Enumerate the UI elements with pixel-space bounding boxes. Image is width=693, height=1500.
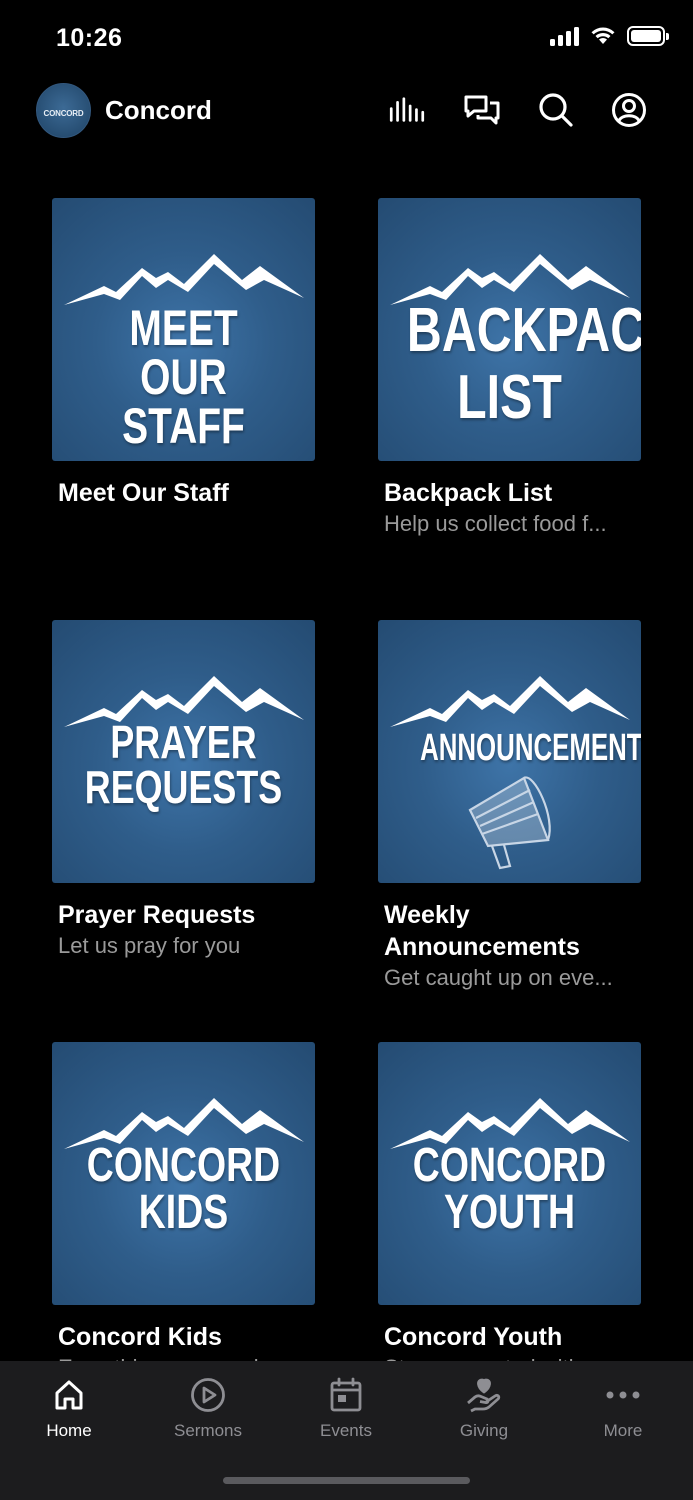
home-indicator bbox=[223, 1477, 470, 1484]
status-time: 10:26 bbox=[56, 24, 123, 52]
card-image: PRAYER REQUESTS bbox=[52, 620, 315, 883]
card-backpack-list[interactable]: BACKPACK LIST Backpack List Help us coll… bbox=[378, 198, 642, 539]
audio-bars-icon[interactable] bbox=[389, 92, 425, 128]
app-header: CONCORD Concord bbox=[0, 78, 693, 148]
profile-icon[interactable] bbox=[611, 92, 647, 128]
card-title: Meet Our Staff bbox=[58, 479, 229, 507]
card-image-text: MEET OUR STAFF bbox=[122, 300, 245, 454]
status-icons bbox=[550, 26, 669, 46]
card-title: Weekly Announcements bbox=[384, 901, 580, 961]
cellular-signal-icon bbox=[550, 26, 579, 46]
card-image-text: ANNOUNCEMENTS bbox=[420, 727, 641, 769]
search-icon[interactable] bbox=[538, 92, 574, 128]
card-image: MEET OUR STAFF bbox=[52, 198, 315, 461]
giving-hand-heart-icon bbox=[464, 1375, 504, 1415]
card-subtitle: Let us pray for you bbox=[58, 933, 241, 958]
tab-giving[interactable]: Giving bbox=[415, 1361, 553, 1461]
card-title: Concord Youth bbox=[384, 1323, 563, 1351]
card-image-text: PRAYER REQUESTS bbox=[84, 716, 283, 814]
card-concord-kids[interactable]: CONCORD KIDS Concord Kids Everything you… bbox=[52, 1042, 316, 1383]
tab-label: Events bbox=[320, 1421, 372, 1440]
card-image: CONCORD KIDS bbox=[52, 1042, 315, 1305]
card-image-text: CONCORD KIDS bbox=[86, 1139, 281, 1240]
card-title: Backpack List bbox=[384, 479, 553, 507]
card-image-text: BACKPACK LIST bbox=[406, 296, 641, 432]
card-image-text: CONCORD YOUTH bbox=[412, 1139, 607, 1240]
tab-more[interactable]: More bbox=[554, 1361, 692, 1461]
app-title: Concord bbox=[105, 95, 212, 125]
more-dots-icon bbox=[603, 1375, 643, 1415]
card-subtitle: Get caught up on eve... bbox=[384, 965, 613, 990]
card-title: Prayer Requests bbox=[58, 901, 256, 929]
card-image: CONCORD YOUTH bbox=[378, 1042, 641, 1305]
tab-label: More bbox=[603, 1421, 643, 1440]
battery-icon bbox=[627, 26, 669, 46]
megaphone-icon bbox=[468, 776, 551, 870]
card-subtitle: Help us collect food f... bbox=[384, 511, 607, 536]
status-bar: 10:26 bbox=[0, 0, 693, 78]
card-weekly-announcements[interactable]: ANNOUNCEMENTS Weekly Announcements Get c… bbox=[378, 620, 642, 993]
card-image: ANNOUNCEMENTS bbox=[378, 620, 641, 883]
logo-text: CONCORD bbox=[43, 109, 84, 118]
tab-events[interactable]: Events bbox=[277, 1361, 415, 1461]
card-title: Concord Kids bbox=[58, 1323, 222, 1351]
tab-label: Home bbox=[46, 1421, 92, 1440]
tab-sermons[interactable]: Sermons bbox=[139, 1361, 277, 1461]
tab-home[interactable]: Home bbox=[0, 1361, 138, 1461]
mountain-icon bbox=[390, 676, 630, 727]
chat-bubbles-icon[interactable] bbox=[464, 92, 500, 128]
wifi-icon bbox=[591, 27, 615, 44]
calendar-icon bbox=[326, 1375, 366, 1415]
card-meet-our-staff[interactable]: MEET OUR STAFF Meet Our Staff bbox=[52, 198, 316, 509]
card-concord-youth[interactable]: CONCORD YOUTH Concord Youth Stay connect… bbox=[378, 1042, 642, 1383]
card-image: BACKPACK LIST bbox=[378, 198, 641, 461]
play-circle-icon bbox=[188, 1375, 228, 1415]
tab-label: Sermons bbox=[173, 1421, 243, 1440]
church-logo[interactable]: CONCORD bbox=[36, 83, 91, 138]
home-icon bbox=[49, 1375, 89, 1415]
card-prayer-requests[interactable]: PRAYER REQUESTS Prayer Requests Let us p… bbox=[52, 620, 316, 961]
tab-label: Giving bbox=[459, 1421, 509, 1440]
